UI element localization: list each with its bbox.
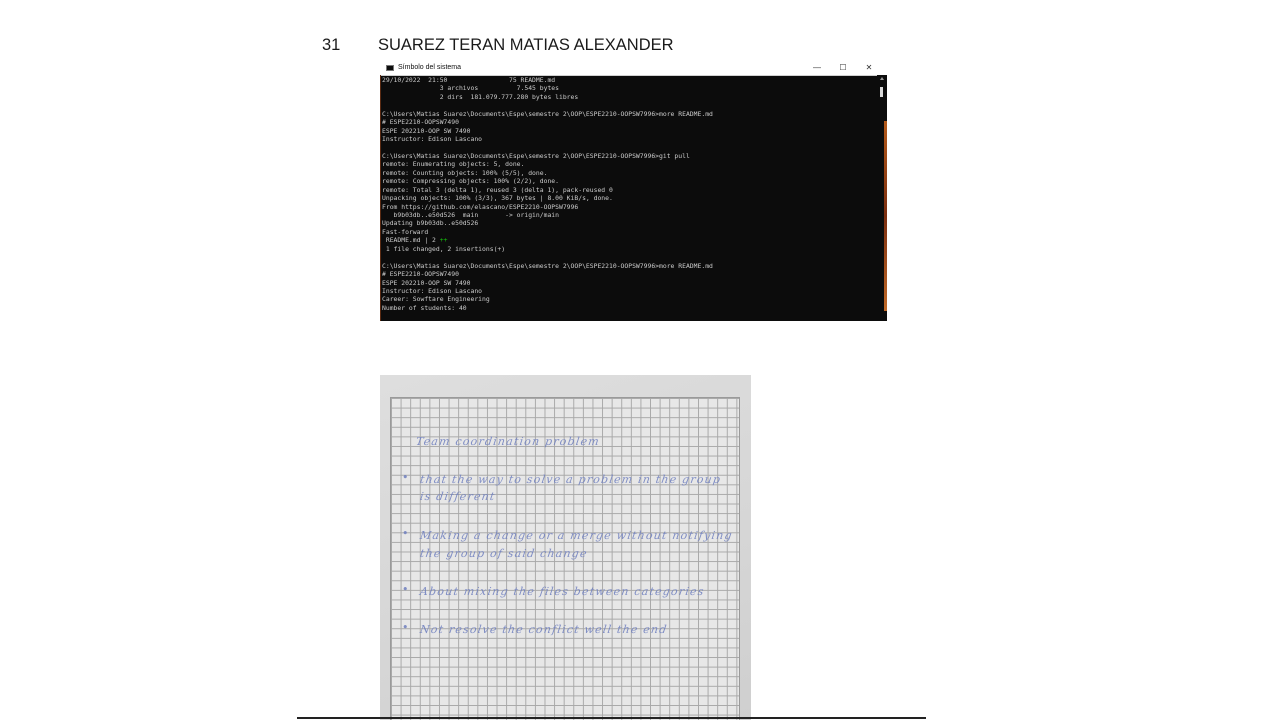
note-line: that the way to solve a problem in the g… bbox=[419, 473, 723, 486]
terminal-icon bbox=[386, 65, 394, 71]
entry-number: 31 bbox=[322, 36, 341, 54]
terminal-line: ESPE 202210-OOP SW 7490 bbox=[382, 278, 471, 287]
terminal-line: Updating b9b03db..e50d526 bbox=[382, 219, 479, 228]
terminal-line: README.md | 2 ++ bbox=[382, 236, 876, 244]
terminal-line: remote: Enumerating objects: 5, done. bbox=[382, 160, 525, 169]
terminal-line: # ESPE2210-OOPSW7490 bbox=[382, 270, 459, 279]
terminal-line: ESPE 202210-OOP SW 7490 bbox=[382, 126, 471, 135]
terminal-line: Career: Sowftare Engineering bbox=[382, 295, 490, 304]
terminal-line: Instructor: Edison Lascano bbox=[382, 135, 483, 144]
desktop-wallpaper-edge bbox=[884, 121, 887, 311]
note-line: the group of said change bbox=[419, 547, 589, 560]
terminal-line: C:\Users\Matias Suarez\Documents\Espe\se… bbox=[382, 109, 713, 118]
bullet-icon: • bbox=[402, 527, 410, 540]
terminal-line: remote: Compressing objects: 100% (2/2),… bbox=[382, 177, 559, 186]
window-title: Símbolo del sistema bbox=[398, 64, 462, 71]
diff-added-marker: ++ bbox=[439, 236, 448, 245]
minimize-button[interactable]: — bbox=[804, 61, 830, 75]
terminal-line: C:\Users\Matias Suarez\Documents\Espe\se… bbox=[382, 261, 713, 270]
note-line: About mixing the files between categorie… bbox=[419, 585, 706, 598]
close-button[interactable]: ✕ bbox=[856, 61, 882, 75]
document-header: 31 SUAREZ TERAN MATIAS ALEXANDER bbox=[322, 36, 674, 55]
notes-title: Team coordination problem bbox=[415, 435, 601, 448]
bullet-icon: • bbox=[402, 471, 410, 484]
terminal-line: From https://github.com/elascano/ESPE221… bbox=[382, 202, 579, 211]
bullet-icon: • bbox=[402, 621, 410, 634]
terminal-line: remote: Counting objects: 100% (5/5), do… bbox=[382, 168, 548, 177]
title-bar: Símbolo del sistema — ☐ ✕ bbox=[380, 61, 887, 76]
terminal-line: 29/10/2022 21:50 75 README.md bbox=[382, 76, 556, 84]
handwritten-notes-photo: Team coordination problem • that the way… bbox=[380, 375, 751, 720]
note-line: Not resolve the conflict well the end bbox=[419, 623, 669, 636]
terminal-line: remote: Total 3 (delta 1), reused 3 (del… bbox=[382, 185, 613, 194]
terminal-line: 1 file changed, 2 insertions(+) bbox=[382, 244, 506, 253]
student-name: SUAREZ TERAN MATIAS ALEXANDER bbox=[378, 36, 674, 54]
terminal-line: Fast-forward bbox=[382, 227, 429, 236]
note-line: is different bbox=[419, 490, 497, 503]
terminal-line: Unpacking objects: 100% (3/3), 367 bytes… bbox=[382, 194, 613, 203]
terminal-line: C:\Users\Matias Suarez\Documents\Espe\se… bbox=[382, 151, 690, 160]
scrollbar-thumb[interactable] bbox=[880, 87, 883, 97]
page-bottom-rule bbox=[297, 717, 926, 719]
terminal-line: Number of students: 40 bbox=[382, 303, 467, 312]
command-prompt-window: Símbolo del sistema — ☐ ✕ 29/10/2022 21:… bbox=[380, 61, 887, 321]
terminal-line: b9b03db..e50d526 main -> origin/main bbox=[382, 211, 559, 219]
note-line: Making a change or a merge without notif… bbox=[419, 529, 734, 542]
scroll-up-arrow-icon[interactable] bbox=[880, 77, 884, 80]
terminal-output: 29/10/2022 21:50 75 README.md 3 archivos… bbox=[381, 75, 877, 321]
bullet-icon: • bbox=[402, 583, 410, 596]
terminal-line: 3 archivos 7.545 bytes bbox=[382, 84, 559, 93]
maximize-button[interactable]: ☐ bbox=[830, 61, 856, 75]
diff-stat-text: README.md | 2 bbox=[382, 236, 440, 245]
terminal-line: 2 dirs 181.079.777.280 bytes libres bbox=[382, 92, 579, 101]
terminal-line: Instructor: Edison Lascano bbox=[382, 286, 483, 295]
terminal-line: # ESPE2210-OOPSW7490 bbox=[382, 118, 459, 127]
